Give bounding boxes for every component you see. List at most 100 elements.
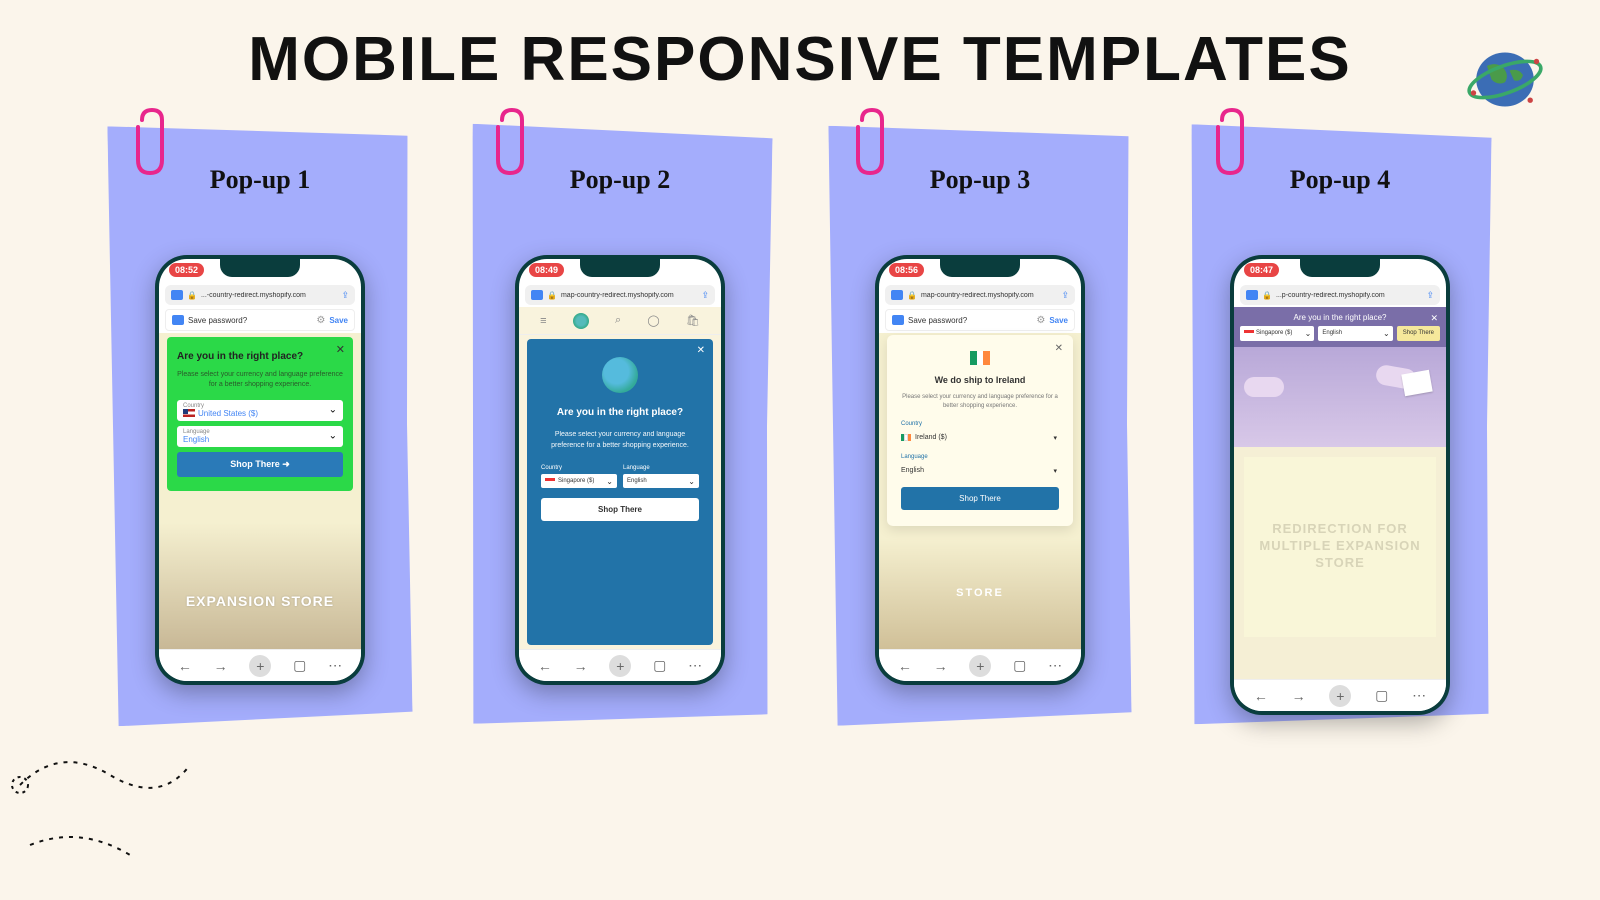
language-select[interactable]: LanguageEnglish	[177, 426, 343, 447]
flag-ie-icon	[901, 434, 911, 441]
key-icon	[531, 290, 543, 300]
store-topbar: ≡ ⌕ ◯ 🛍	[519, 307, 721, 335]
field-label: Country	[541, 465, 617, 471]
background-text: STORE	[956, 587, 1004, 599]
box-text: REDIRECTION FOR MULTIPLE EXPANSION STORE	[1244, 521, 1436, 572]
tabs-icon[interactable]: ▢	[293, 657, 306, 674]
status-time: 08:47	[1244, 263, 1279, 277]
lock-icon: 🔒	[547, 291, 557, 300]
popup-2: ✕ Are you in the right place? Please sel…	[527, 339, 713, 645]
card-popup-4: Pop-up 4 08:47 🔒...p-country-redirect.my…	[1180, 125, 1500, 725]
gear-icon[interactable]: ⚙	[1036, 315, 1045, 326]
globe-icon	[602, 357, 638, 393]
card-popup-1: Pop-up 1 08:52 🔒...-country-redirect.mys…	[100, 125, 420, 725]
popup-heading: Are you in the right place?	[541, 405, 699, 420]
language-value: English	[183, 435, 337, 444]
language-value: English	[901, 467, 924, 474]
shop-there-button[interactable]: Shop There ➜	[177, 452, 343, 477]
popup-heading: Are you in the right place?✕	[1240, 313, 1440, 322]
country-select[interactable]: Singapore ($)	[1240, 326, 1314, 341]
share-icon[interactable]: ⇪	[341, 290, 349, 301]
field-label: Country	[901, 421, 1059, 427]
field-label: Language	[901, 454, 1059, 460]
share-icon[interactable]: ⇪	[1426, 290, 1434, 301]
background-text: EXPANSION STORE	[186, 593, 334, 609]
url-bar[interactable]: 🔒map-country-redirect.myshopify.com⇪	[885, 285, 1075, 305]
popup-1: ✕ Are you in the right place? Please sel…	[167, 337, 353, 491]
url-text: map-country-redirect.myshopify.com	[921, 292, 1057, 299]
country-select[interactable]: Ireland ($)	[901, 430, 1059, 446]
tabs-icon[interactable]: ▢	[653, 657, 666, 674]
url-bar[interactable]: 🔒...-country-redirect.myshopify.com⇪	[165, 285, 355, 305]
phone-mockup-3: 08:56 🔒map-country-redirect.myshopify.co…	[875, 255, 1085, 685]
language-select[interactable]: English	[623, 474, 699, 488]
save-button[interactable]: Save	[329, 316, 348, 325]
shop-there-button[interactable]: Shop There	[1397, 326, 1440, 341]
url-text: ...p-country-redirect.myshopify.com	[1276, 292, 1422, 299]
plus-icon[interactable]: +	[609, 655, 631, 677]
url-bar[interactable]: 🔒 ...p-country-redirect.myshopify.com ⇪	[1240, 285, 1440, 305]
decorative-dots	[10, 685, 210, 890]
close-icon[interactable]: ✕	[1430, 313, 1438, 324]
browser-nav: ← → + ▢ ⋯	[879, 649, 1081, 681]
share-icon[interactable]: ⇪	[701, 290, 709, 301]
more-icon[interactable]: ⋯	[1048, 657, 1062, 674]
share-icon[interactable]: ⇪	[1061, 290, 1069, 301]
menu-icon[interactable]: ≡	[540, 315, 546, 327]
key-icon	[171, 290, 183, 300]
popup-4-bar: Are you in the right place?✕ Singapore (…	[1234, 307, 1446, 347]
forward-icon[interactable]: →	[214, 658, 228, 674]
popup-heading: Are you in the right place?	[177, 351, 343, 362]
search-icon[interactable]: ⌕	[615, 314, 621, 327]
forward-icon[interactable]: →	[574, 658, 588, 674]
paperclip-icon	[1210, 105, 1250, 190]
back-icon[interactable]: ←	[898, 658, 912, 674]
logo-icon	[573, 313, 589, 329]
back-icon[interactable]: ←	[538, 658, 552, 674]
hero-image	[1234, 347, 1446, 447]
tabs-icon[interactable]: ▢	[1375, 687, 1388, 704]
url-text: map-country-redirect.myshopify.com	[561, 292, 697, 299]
more-icon[interactable]: ⋯	[1412, 687, 1426, 704]
status-time: 08:56	[889, 263, 924, 277]
country-value: United States ($)	[198, 409, 258, 418]
gear-icon[interactable]: ⚙	[316, 315, 325, 326]
back-icon[interactable]: ←	[1254, 688, 1268, 704]
plus-icon[interactable]: +	[249, 655, 271, 677]
url-bar[interactable]: 🔒 map-country-redirect.myshopify.com ⇪	[525, 285, 715, 305]
shop-there-button[interactable]: Shop There	[901, 487, 1059, 510]
more-icon[interactable]: ⋯	[688, 657, 702, 674]
back-icon[interactable]: ←	[178, 658, 192, 674]
save-password-bar: Save password?⚙Save	[165, 309, 355, 331]
lock-icon: 🔒	[1262, 291, 1272, 300]
shop-there-button[interactable]: Shop There	[541, 498, 699, 521]
popup-subtext: Please select your currency and language…	[901, 393, 1059, 411]
page-title: MOBILE RESPONSIVE TEMPLATES	[0, 0, 1600, 95]
more-icon[interactable]: ⋯	[328, 657, 342, 674]
country-value: Ireland ($)	[915, 434, 947, 441]
field-label: Language	[623, 465, 699, 471]
key-icon	[172, 315, 184, 325]
save-button[interactable]: Save	[1049, 316, 1068, 325]
phone-mockup-1: 08:52 🔒...-country-redirect.myshopify.co…	[155, 255, 365, 685]
language-select[interactable]: English	[1318, 326, 1392, 341]
plus-icon[interactable]: +	[969, 655, 991, 677]
country-value: Singapore ($)	[558, 478, 594, 484]
browser-nav: ← → + ▢ ⋯	[1234, 679, 1446, 711]
user-icon[interactable]: ◯	[647, 314, 659, 327]
tabs-icon[interactable]: ▢	[1013, 657, 1026, 674]
forward-icon[interactable]: →	[934, 658, 948, 674]
key-icon	[892, 315, 904, 325]
close-icon[interactable]: ✕	[336, 343, 345, 356]
cart-icon[interactable]: 🛍	[686, 314, 700, 327]
language-select[interactable]: English	[901, 463, 1059, 479]
close-icon[interactable]: ✕	[697, 345, 705, 356]
forward-icon[interactable]: →	[1292, 688, 1306, 704]
plus-icon[interactable]: +	[1329, 685, 1351, 707]
country-select[interactable]: CountryUnited States ($)	[177, 400, 343, 421]
country-select[interactable]: Singapore ($)	[541, 474, 617, 488]
close-icon[interactable]: ✕	[1055, 343, 1063, 354]
paperclip-icon	[850, 105, 890, 190]
flag-sg-icon	[545, 478, 555, 484]
popup-heading: We do ship to Ireland	[901, 375, 1059, 385]
